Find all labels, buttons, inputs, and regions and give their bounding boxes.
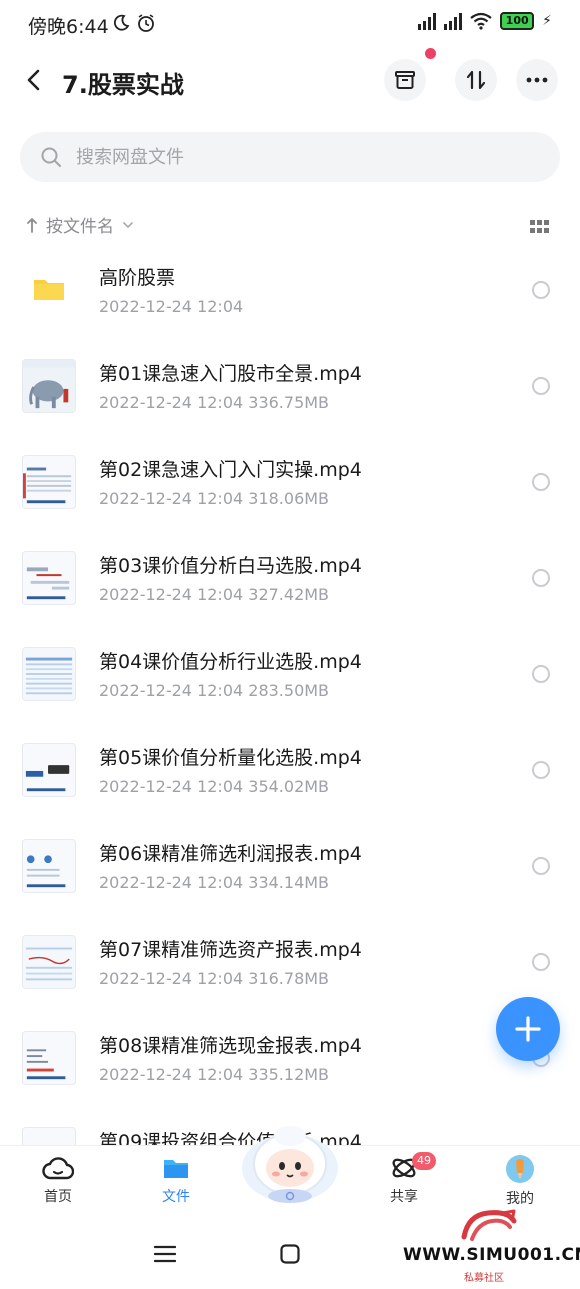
grid-view-icon[interactable]	[530, 220, 550, 234]
list-item[interactable]: 第05课价值分析量化选股.mp4 2022-12-24 12:04 354.02…	[0, 725, 580, 821]
select-checkbox[interactable]	[532, 473, 550, 491]
more-dots-icon	[526, 77, 548, 83]
nav-files-label: 文件	[162, 1189, 190, 1205]
file-meta: 2022-12-24 12:04 354.02MB	[99, 777, 330, 796]
file-meta: 2022-12-24 12:04 334.14MB	[99, 873, 330, 892]
video-thumbnail	[22, 359, 76, 413]
file-meta: 2022-12-24 12:04 327.42MB	[99, 585, 330, 604]
search-input[interactable]	[76, 146, 476, 168]
list-item[interactable]: 第02课急速入门入门实操.mp4 2022-12-24 12:04 318.06…	[0, 437, 580, 533]
top-bar: 7.股票实战	[0, 56, 580, 106]
file-meta: 2022-12-24 12:04 318.06MB	[99, 489, 330, 508]
home-square-icon[interactable]	[280, 1244, 300, 1264]
list-item[interactable]: 第04课价值分析行业选股.mp4 2022-12-24 12:04 283.50…	[0, 629, 580, 725]
file-name: 第08课精准筛选现金报表.mp4	[99, 1035, 362, 1057]
list-item[interactable]: 第08课精准筛选现金报表.mp4 2022-12-24 12:04 335.12…	[0, 1013, 580, 1109]
sort-arrows-icon	[466, 70, 486, 90]
share-badge: 49	[412, 1152, 436, 1170]
signal-icon	[418, 12, 437, 30]
sort-by-name-button[interactable]: 按文件名	[26, 212, 134, 237]
watermark-subtext: 私募社区	[464, 1273, 504, 1284]
video-thumbnail	[22, 647, 76, 701]
video-thumbnail	[22, 551, 76, 605]
more-options-button[interactable]	[516, 59, 558, 101]
charging-icon: ⚡	[542, 13, 552, 29]
chevron-down-icon	[123, 221, 133, 228]
folder-icon	[34, 280, 64, 300]
list-item[interactable]: 第07课精准筛选资产报表.mp4 2022-12-24 12:04 316.78…	[0, 917, 580, 1013]
transfer-list-button[interactable]	[384, 59, 426, 101]
select-checkbox[interactable]	[532, 761, 550, 779]
file-meta: 2022-12-24 12:04 283.50MB	[99, 681, 330, 700]
status-bar: 傍晚6:44 100 ⚡	[0, 0, 580, 50]
file-name: 第07课精准筛选资产报表.mp4	[99, 939, 362, 961]
file-meta: 2022-12-24 12:04 316.78MB	[99, 969, 330, 988]
video-thumbnail	[22, 1031, 76, 1085]
mascot-assistant-icon[interactable]	[238, 1118, 342, 1206]
list-item[interactable]: 第01课急速入门股市全景.mp4 2022-12-24 12:04 336.75…	[0, 341, 580, 437]
nav-home[interactable]: 首页	[18, 1154, 98, 1206]
video-thumbnail	[22, 839, 76, 893]
sort-bar: 按文件名	[0, 208, 580, 244]
sort-order-button[interactable]	[455, 59, 497, 101]
folder-files-icon	[164, 1160, 188, 1178]
back-button[interactable]	[18, 64, 50, 96]
list-item[interactable]: 第03课价值分析白马选股.mp4 2022-12-24 12:04 327.42…	[0, 533, 580, 629]
file-meta: 2022-12-24 12:04 336.75MB	[99, 393, 330, 412]
video-thumbnail	[22, 455, 76, 509]
wifi-icon	[470, 12, 492, 30]
nav-mine-label: 我的	[506, 1191, 534, 1207]
notification-dot	[425, 48, 436, 59]
file-list: 高阶股票 2022-12-24 12:04 第01课急速入门股市全景.mp4 2…	[0, 245, 580, 1205]
file-name: 第06课精准筛选利润报表.mp4	[99, 843, 362, 865]
status-time: 傍晚6:44	[28, 16, 109, 38]
file-name: 高阶股票	[99, 267, 176, 289]
select-checkbox[interactable]	[532, 569, 550, 587]
search-icon	[41, 147, 61, 167]
moon-icon	[113, 14, 130, 31]
file-name: 第05课价值分析量化选股.mp4	[99, 747, 362, 769]
list-item[interactable]: 第06课精准筛选利润报表.mp4 2022-12-24 12:04 334.14…	[0, 821, 580, 917]
file-name: 第03课价值分析白马选股.mp4	[99, 555, 362, 577]
page-title: 7.股票实战	[62, 71, 184, 99]
list-item[interactable]: 高阶股票 2022-12-24 12:04	[0, 245, 580, 341]
nav-files[interactable]: 文件	[136, 1154, 216, 1206]
archive-icon	[395, 71, 415, 89]
select-checkbox[interactable]	[532, 857, 550, 875]
plus-icon	[515, 1016, 541, 1042]
select-checkbox[interactable]	[532, 665, 550, 683]
add-button[interactable]	[496, 997, 560, 1061]
alarm-icon	[138, 14, 154, 32]
signal-2-icon	[444, 12, 463, 30]
nav-home-label: 首页	[44, 1189, 72, 1205]
video-thumbnail	[22, 935, 76, 989]
file-meta: 2022-12-24 12:04 335.12MB	[99, 1065, 330, 1084]
file-name: 第04课价值分析行业选股.mp4	[99, 651, 362, 673]
battery-icon: 100	[500, 12, 535, 30]
avatar	[506, 1155, 534, 1183]
menu-icon[interactable]	[154, 1245, 176, 1263]
file-name: 第01课急速入门股市全景.mp4	[99, 363, 362, 385]
nav-share-label: 共享	[390, 1189, 418, 1205]
file-meta: 2022-12-24 12:04	[99, 297, 244, 316]
video-thumbnail	[22, 743, 76, 797]
cloud-home-icon	[42, 1157, 74, 1180]
watermark-text: WWW.SIMU001.CN	[403, 1245, 580, 1265]
nav-mine[interactable]: 我的	[480, 1154, 560, 1208]
select-checkbox[interactable]	[532, 281, 550, 299]
select-checkbox[interactable]	[532, 953, 550, 971]
watermark-logo	[461, 1209, 517, 1241]
file-name: 第02课急速入门入门实操.mp4	[99, 459, 362, 481]
select-checkbox[interactable]	[532, 377, 550, 395]
arrow-up-icon	[27, 217, 37, 233]
search-bar[interactable]	[20, 132, 560, 182]
chevron-left-icon	[27, 69, 40, 91]
sort-label: 按文件名	[46, 217, 114, 237]
nav-share[interactable]: 49 共享	[364, 1152, 444, 1206]
